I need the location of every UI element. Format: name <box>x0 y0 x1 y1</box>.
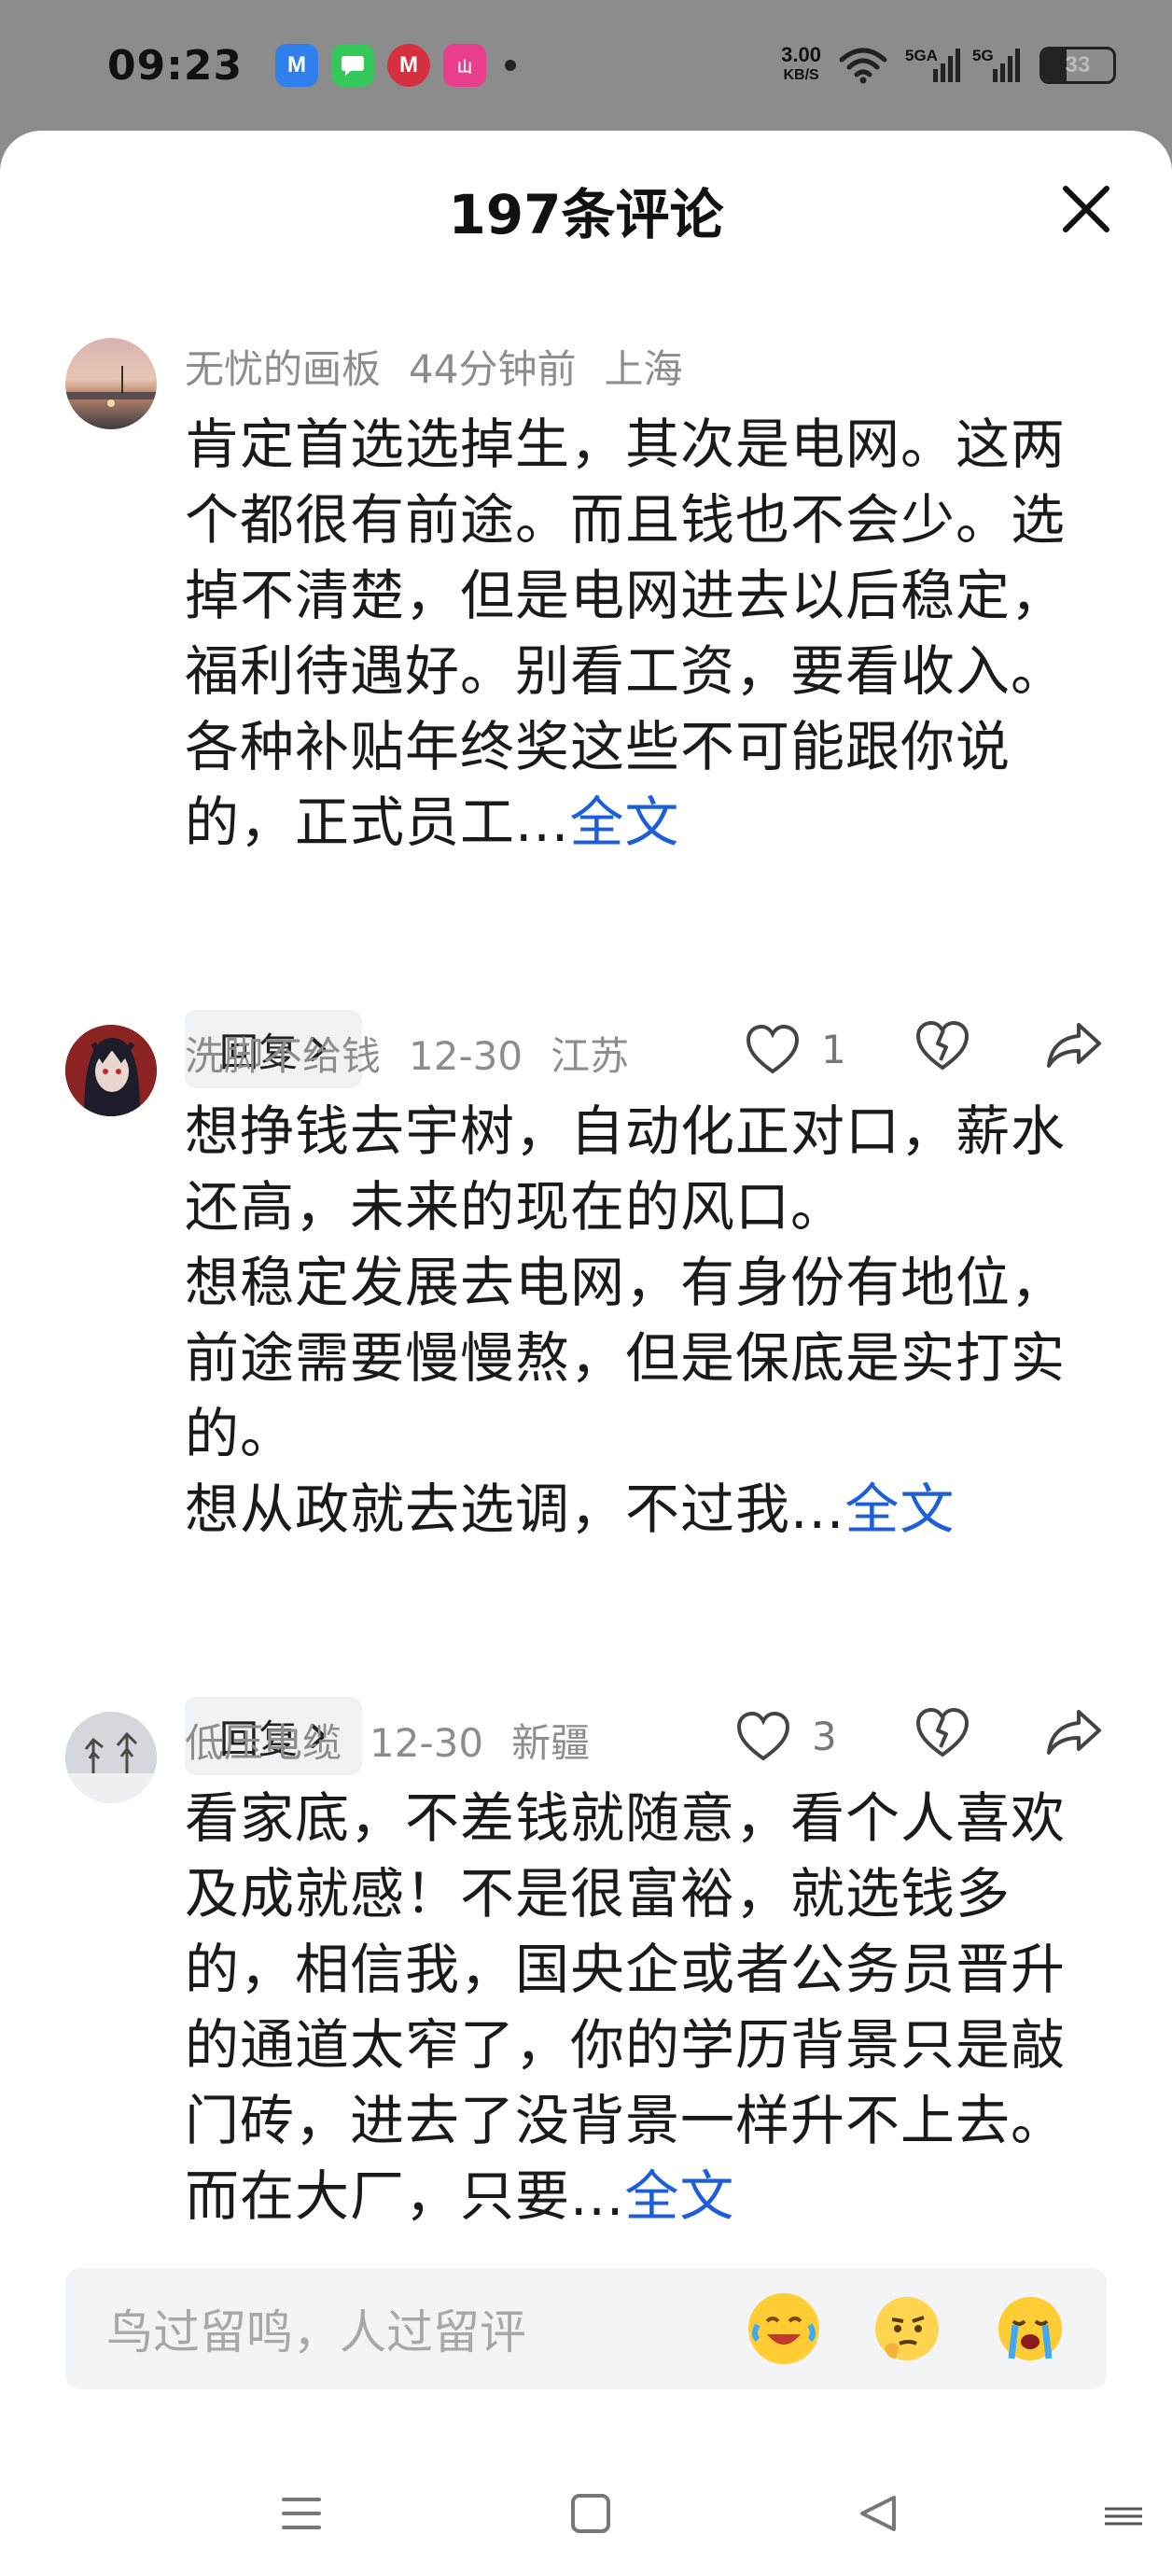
notification-icons: M M 山 <box>275 44 516 87</box>
close-button[interactable] <box>1056 179 1116 239</box>
comment-input[interactable]: 鸟过留鸣，人过留评 <box>106 2295 696 2362</box>
status-bar: 09:23 M M 山 3.00 KB/S 5GA 5G 33 <box>0 0 1172 131</box>
expand-full-text-link[interactable]: 全文 <box>569 791 679 854</box>
like-count: 1 <box>821 1026 846 1072</box>
more-notifications-icon <box>505 60 516 71</box>
comment-time: 44分钟前 <box>409 346 577 392</box>
loudly-crying-emoji-icon[interactable] <box>995 2293 1066 2364</box>
comment-meta: 洗脚不给钱 12-30 江苏 <box>185 1025 657 1082</box>
expand-full-text-link[interactable]: 全文 <box>844 1477 955 1541</box>
home-button[interactable] <box>569 2492 612 2539</box>
heart-icon <box>736 1711 790 1761</box>
cellular-signal-2: 5G <box>972 47 1023 84</box>
signal-bars-icon <box>993 49 1020 82</box>
comment-username[interactable]: 无忧的画板 <box>185 346 381 392</box>
expand-full-text-link[interactable]: 全文 <box>624 2164 734 2228</box>
avatar[interactable] <box>65 1025 157 1116</box>
comment-location: 江苏 <box>551 1033 630 1079</box>
share-icon <box>1047 1023 1101 1068</box>
comment-username[interactable]: 洗脚不给钱 <box>185 1033 381 1079</box>
home-icon <box>571 2494 610 2533</box>
comment-location: 上海 <box>604 346 683 392</box>
comment-text-line: 想挣钱去宇树，自动化正对口，薪水还高，未来的现在的风口。 <box>185 1099 1067 1239</box>
sams-club-app-icon: 山 <box>443 44 486 87</box>
like-count: 3 <box>812 1713 837 1759</box>
share-button[interactable] <box>1045 1706 1103 1762</box>
signal-bars-icon <box>933 49 960 82</box>
avatar[interactable] <box>65 338 157 429</box>
broken-heart-icon <box>915 1020 970 1071</box>
cellular-signal-1: 5GA <box>905 47 960 84</box>
comment-text-content: 想从政就去选调，不过我... <box>185 1477 845 1541</box>
thinking-emoji-icon[interactable] <box>872 2293 942 2364</box>
drag-handle-icon <box>1105 2507 1142 2526</box>
battery-level: 33 <box>1065 52 1091 77</box>
bank-app-icon: M <box>387 44 430 87</box>
comment-time: 12-30 <box>370 1720 484 1766</box>
sheet-header: 197条评论 <box>0 131 1172 289</box>
like-button[interactable]: 3 <box>735 1697 837 1775</box>
speed-unit: KB/S <box>783 67 819 83</box>
system-nav-bar <box>0 2464 1172 2576</box>
share-button[interactable] <box>1045 1019 1103 1075</box>
dislike-button[interactable] <box>914 1706 970 1762</box>
comment-time: 12-30 <box>409 1033 523 1079</box>
comment-text-content: 肯定首选选掉生，其次是电网。这两个都很有前途。而且钱也不会少。选掉不清楚，但是电… <box>185 413 1067 854</box>
comment-text-content: 看家底，不差钱就随意，看个人喜欢及成就感！不是很富裕，就选钱多的，相信我，国央企… <box>185 1786 1067 2228</box>
menu-icon <box>282 2498 321 2529</box>
status-time: 09:23 <box>107 41 244 90</box>
comment-text: 看家底，不差钱就随意，看个人喜欢及成就感！不是很富裕，就选钱多的，相信我，国央企… <box>185 1781 1081 2234</box>
accessibility-handle[interactable] <box>1101 2505 1146 2531</box>
heart-icon <box>746 1024 800 1074</box>
back-button[interactable] <box>857 2492 900 2539</box>
like-button[interactable]: 1 <box>745 1010 846 1088</box>
comment-meta: 无忧的画板 44分钟前 上海 <box>185 338 710 395</box>
network-speed: 3.00 KB/S <box>781 45 821 86</box>
comment-location: 新疆 <box>511 1720 591 1766</box>
avatar[interactable] <box>65 1712 157 1803</box>
share-icon <box>1047 1710 1101 1755</box>
comment-meta: 低压电缆 12-30 新疆 <box>185 1712 618 1769</box>
comment-count-title: 197条评论 <box>448 183 724 246</box>
comment-username[interactable]: 低压电缆 <box>185 1720 342 1766</box>
wifi-icon <box>839 48 887 84</box>
comment-sheet: 197条评论 无忧的画板 44分钟前 上海 肯定首选选掉生，其次是电网。这两个都很有… <box>0 131 1172 2576</box>
comment-text-line: 想从政就去选调，不过我...全文 <box>185 1472 1081 1547</box>
comment-input-bar: 鸟过留鸣，人过留评 <box>65 2268 1107 2389</box>
comment-text: 肯定首选选掉生，其次是电网。这两个都很有前途。而且钱也不会少。选掉不清楚，但是电… <box>185 407 1081 861</box>
battery-icon: 33 <box>1039 47 1116 84</box>
comment-text-line: 想稳定发展去电网，有身份有地位，前途需要慢慢熬，但是保底是实打实的。 <box>185 1251 1067 1465</box>
dislike-button[interactable] <box>914 1019 970 1075</box>
laughing-crying-emoji-icon[interactable] <box>748 2293 819 2364</box>
menu-button[interactable] <box>280 2492 323 2539</box>
comment-text: 想挣钱去宇树，自动化正对口，薪水还高，未来的现在的风口。 想稳定发展去电网，有身… <box>185 1094 1081 1547</box>
speed-value: 3.00 <box>781 43 821 66</box>
mail-app-icon: M <box>275 44 318 87</box>
close-icon <box>1063 186 1109 232</box>
message-app-icon <box>331 44 374 87</box>
broken-heart-icon <box>915 1707 970 1757</box>
back-icon <box>860 2496 896 2531</box>
